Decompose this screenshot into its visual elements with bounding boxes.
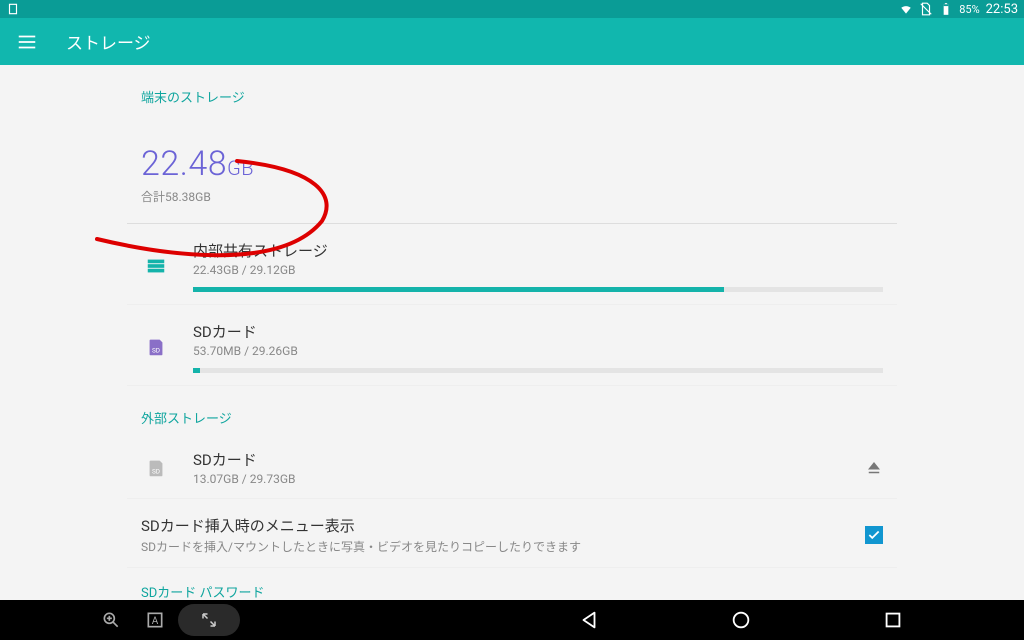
external-sd-row[interactable]: SD SDカード 13.07GB / 29.73GB [127, 433, 897, 499]
external-sd-title: SDカード [193, 449, 843, 470]
content-area: 端末のストレージ 22.48GB 合計58.38GB 内部共有ストレージ 22.… [0, 65, 1024, 620]
svg-text:A: A [152, 616, 159, 627]
nav-back-button[interactable] [578, 609, 600, 631]
navigation-bar: A [0, 600, 1024, 640]
wifi-icon [899, 2, 913, 16]
internal-storage-icon [141, 255, 171, 277]
portable-sd-title: SDカード [193, 321, 883, 342]
status-bar: 85% 22:53 [0, 0, 1024, 18]
portable-sd-sub: 53.70MB / 29.26GB [193, 344, 883, 358]
sd-card-icon-gray: SD [141, 457, 171, 479]
storage-total: 合計58.38GB [141, 188, 883, 205]
clock: 22:53 [986, 2, 1018, 17]
page-title: ストレージ [66, 29, 151, 54]
sd-insert-menu-checkbox[interactable] [865, 526, 883, 544]
hamburger-menu-icon[interactable] [16, 31, 38, 53]
sd-insert-menu-sub: SDカードを挿入/マウントしたときに写真・ビデオを見たりコピーしたりできます [141, 538, 865, 555]
fullscreen-button[interactable] [178, 604, 240, 636]
sd-insert-menu-title: SDカード挿入時のメニュー表示 [141, 515, 865, 536]
battery-icon [939, 2, 953, 16]
app-indicator-icon [6, 2, 20, 16]
zoom-in-button[interactable] [90, 604, 132, 636]
internal-storage-sub: 22.43GB / 29.12GB [193, 263, 883, 277]
usage-summary: 22.48GB 合計58.38GB [127, 112, 897, 224]
sd-insert-menu-row[interactable]: SDカード挿入時のメニュー表示 SDカードを挿入/マウントしたときに写真・ビデオ… [127, 499, 897, 568]
internal-storage-progress [193, 287, 883, 292]
app-bar: ストレージ [0, 18, 1024, 65]
section-device-storage: 端末のストレージ [127, 77, 897, 112]
text-tool-button[interactable]: A [134, 604, 176, 636]
external-sd-sub: 13.07GB / 29.73GB [193, 472, 843, 486]
eject-button[interactable] [865, 459, 883, 477]
portable-sd-progress [193, 368, 883, 373]
svg-text:SD: SD [152, 347, 160, 355]
section-external-storage: 外部ストレージ [127, 398, 897, 433]
internal-storage-row[interactable]: 内部共有ストレージ 22.43GB / 29.12GB [127, 224, 897, 305]
svg-text:SD: SD [152, 467, 160, 475]
storage-used-value: 22.48GB [141, 144, 883, 184]
sd-card-icon: SD [141, 336, 171, 358]
no-sim-icon [919, 2, 933, 16]
battery-percent: 85% [959, 3, 979, 16]
nav-home-button[interactable] [730, 609, 752, 631]
portable-sd-row[interactable]: SD SDカード 53.70MB / 29.26GB [127, 305, 897, 386]
nav-recents-button[interactable] [882, 609, 904, 631]
internal-storage-title: 内部共有ストレージ [193, 240, 883, 261]
